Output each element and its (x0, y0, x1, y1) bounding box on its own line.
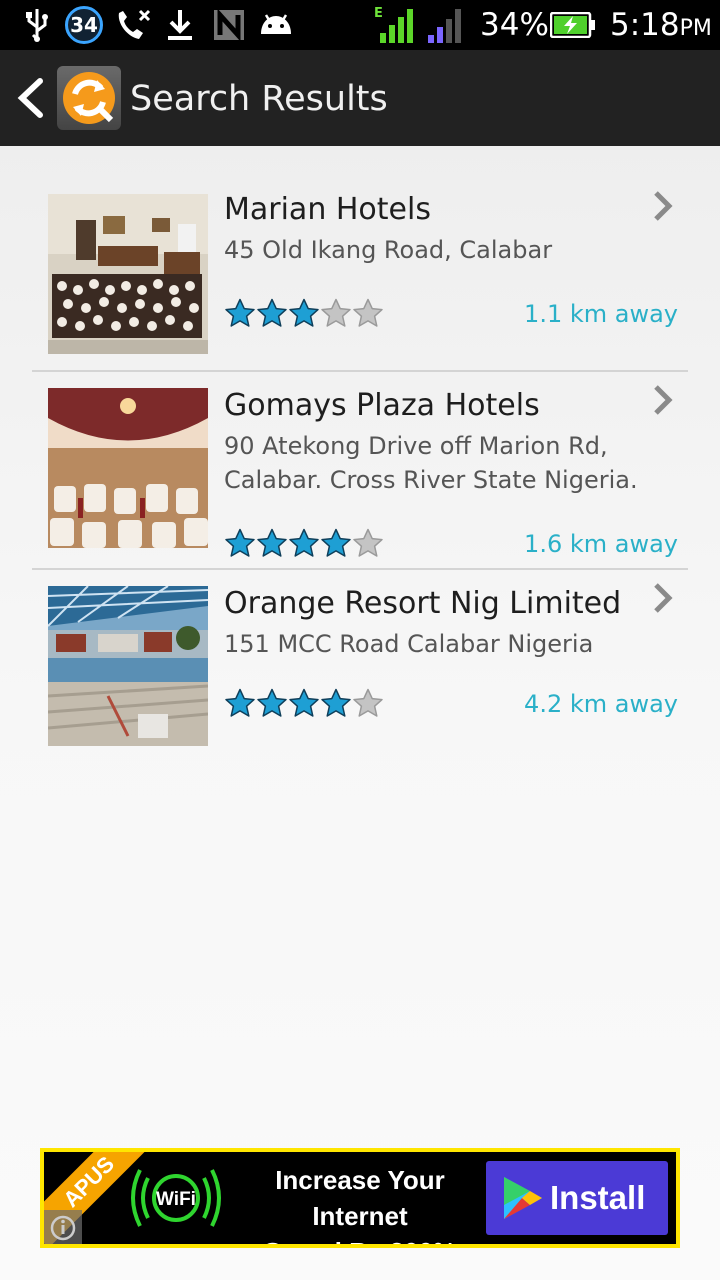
back-button[interactable] (14, 78, 48, 118)
chevron-right-icon (654, 583, 673, 613)
signal-icon-2 (424, 6, 464, 44)
star-filled-icon (225, 298, 255, 327)
star-filled-icon (289, 298, 319, 327)
hotel-name: Marian Hotels (224, 192, 431, 227)
usb-icon (22, 6, 52, 44)
hotel-name: Gomays Plaza Hotels (224, 388, 540, 423)
clock: 5:18PM (610, 7, 712, 43)
install-button[interactable]: Install (486, 1161, 668, 1235)
hotel-photo (48, 586, 208, 746)
hotel-name: Orange Resort Nig Limited (224, 586, 622, 621)
wifi-icon: WiFi (126, 1162, 226, 1234)
list-item[interactable]: Marian Hotels 45 Old Ikang Road, Calabar… (32, 176, 688, 372)
download-icon (164, 6, 196, 44)
info-icon (50, 1215, 76, 1241)
notification-badge: 34 (64, 6, 104, 44)
page-title: Search Results (130, 79, 388, 119)
hotel-photo (48, 388, 208, 548)
star-empty-icon (321, 298, 351, 327)
n-app-icon (212, 6, 246, 44)
distance-label: 1.1 km away (524, 300, 678, 328)
battery-charging-icon (550, 6, 596, 44)
hotel-address: 90 Atekong Drive off Marion Rd, Calabar.… (224, 432, 638, 494)
chevron-right-icon (654, 191, 673, 221)
star-filled-icon (257, 688, 287, 717)
refresh-search-logo-icon (63, 72, 115, 124)
status-bar: 34 E 34% 5:18PM (0, 0, 720, 50)
star-empty-icon (353, 528, 383, 557)
rating-stars (224, 688, 384, 718)
results-list: Marian Hotels 45 Old Ikang Road, Calabar… (32, 176, 688, 760)
play-store-icon (504, 1177, 542, 1219)
action-bar: Search Results (0, 50, 720, 146)
ad-banner[interactable]: APUS WiFi Increase Your Internet Speed B… (40, 1148, 680, 1248)
rating-stars (224, 298, 384, 328)
hotel-address: 45 Old Ikang Road, Calabar (224, 236, 553, 264)
star-filled-icon (289, 688, 319, 717)
distance-label: 4.2 km away (524, 690, 678, 718)
ad-info-button[interactable] (44, 1210, 82, 1244)
hotel-address: 151 MCC Road Calabar Nigeria (224, 630, 594, 658)
hotel-photo (48, 194, 208, 354)
list-item[interactable]: Orange Resort Nig Limited 151 MCC Road C… (32, 570, 688, 760)
star-filled-icon (257, 528, 287, 557)
android-icon (256, 6, 296, 44)
star-filled-icon (257, 298, 287, 327)
star-empty-icon (353, 298, 383, 327)
star-filled-icon (289, 528, 319, 557)
app-logo[interactable] (57, 66, 121, 130)
svg-text:E: E (374, 6, 383, 21)
battery-percent: 34% (480, 7, 549, 43)
ad-headline: Increase Your Internet Speed By 200% (264, 1165, 456, 1244)
chevron-right-icon (654, 385, 673, 415)
call-missed-icon (112, 6, 154, 44)
signal-icon: E (372, 6, 416, 44)
distance-label: 1.6 km away (524, 530, 678, 558)
rating-stars (224, 528, 384, 558)
list-item[interactable]: Gomays Plaza Hotels 90 Atekong Drive off… (32, 372, 688, 570)
star-filled-icon (321, 528, 351, 557)
svg-text:WiFi: WiFi (156, 1189, 196, 1210)
star-filled-icon (321, 688, 351, 717)
chevron-left-icon (17, 78, 43, 118)
star-filled-icon (225, 528, 255, 557)
star-empty-icon (353, 688, 383, 717)
star-filled-icon (225, 688, 255, 717)
